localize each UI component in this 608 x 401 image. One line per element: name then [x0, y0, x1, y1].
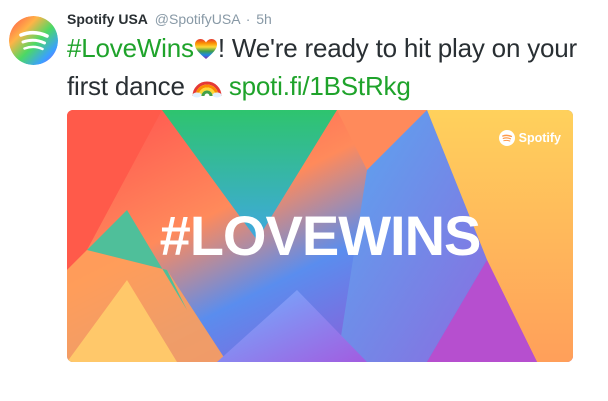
tweet-header: Spotify USA @SpotifyUSA · 5h — [67, 10, 272, 28]
brand-logo: Spotify — [498, 130, 561, 146]
tweet: Spotify USA @SpotifyUSA · 5h #LoveWins !… — [0, 0, 608, 401]
tweet-link[interactable]: spoti.fi/1BStRkg — [229, 71, 411, 101]
handle[interactable]: @SpotifyUSA — [155, 11, 240, 27]
brand-name: Spotify — [518, 131, 561, 145]
display-name[interactable]: Spotify USA — [67, 11, 148, 27]
spotify-logo-icon — [9, 16, 58, 65]
rainbow-icon — [192, 72, 222, 107]
card-headline: #LOVEWINS — [159, 204, 482, 267]
tweet-text: #LoveWins ! We're ready to hit play on y… — [67, 31, 597, 107]
spotify-logo-icon — [498, 130, 515, 146]
avatar[interactable] — [9, 16, 58, 65]
timestamp[interactable]: 5h — [256, 11, 272, 27]
media-card[interactable]: Spotify #LOVEWINS — [67, 110, 573, 362]
hashtag-link[interactable]: #LoveWins — [67, 33, 194, 63]
separator: · — [245, 11, 251, 27]
rainbow-heart-icon — [194, 34, 218, 69]
